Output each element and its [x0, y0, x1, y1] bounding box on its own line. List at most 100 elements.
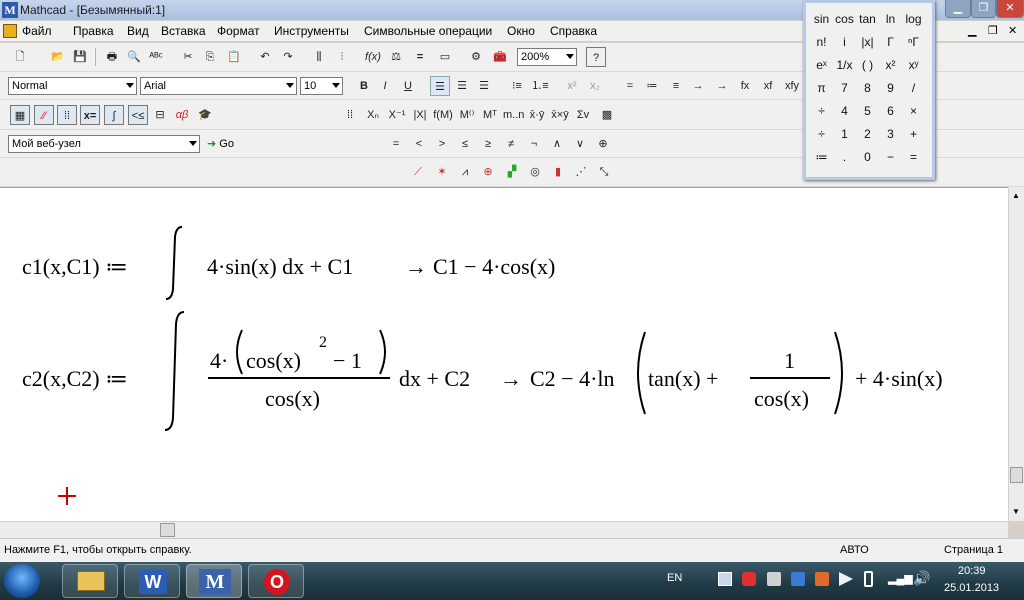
battery-icon[interactable] — [864, 571, 873, 587]
tray-bluetooth-icon[interactable] — [791, 572, 805, 586]
insert-unit-icon[interactable]: ⚖ — [386, 47, 406, 67]
language-indicator[interactable]: EN — [667, 572, 682, 584]
palette-key-4-2[interactable]: 5 — [856, 100, 879, 123]
eq2-result-suffix[interactable]: + 4·sin(x) — [855, 366, 943, 392]
palette-key-6-4[interactable]: = — [902, 146, 925, 169]
clock-time[interactable]: 20:39 — [958, 565, 986, 577]
horizontal-scroll-thumb[interactable] — [160, 523, 175, 537]
align-center-icon[interactable]: ☰ — [452, 76, 472, 96]
symbolic-arrow-icon[interactable]: → — [688, 76, 708, 96]
symbolic-palette-icon[interactable]: 🎓 — [195, 105, 215, 125]
resources-icon[interactable]: ⚙ — [466, 47, 486, 67]
eq2-numerator-cos[interactable]: cos(x) — [246, 348, 301, 374]
help-icon[interactable]: ? — [586, 47, 606, 67]
style-select[interactable]: Normal — [8, 77, 137, 95]
horizontal-scrollbar[interactable] — [0, 521, 1008, 538]
palette-key-4-3[interactable]: 6 — [879, 100, 902, 123]
matrix-inverse-icon[interactable]: X⁻¹ — [387, 105, 407, 125]
doc-close-button[interactable]: ✕ — [1008, 24, 1017, 37]
trace-icon[interactable]: ⤡ — [594, 162, 614, 182]
palette-key-0-3[interactable]: ln — [879, 8, 902, 31]
3d-scatter-icon[interactable]: ▞ — [502, 162, 522, 182]
worksheet[interactable]: c1(x,C1) ≔ 4·sin(x) dx + C1 → C1 − 4·cos… — [0, 187, 1008, 521]
postfix-operator-icon[interactable]: xf — [758, 76, 778, 96]
matrix-subscript-icon[interactable]: Xₙ — [363, 105, 383, 125]
signal-icon[interactable]: ▂▄▆ — [888, 572, 913, 585]
cross-product-icon[interactable]: x̄×ȳ — [550, 105, 570, 125]
range-variable-icon[interactable]: m..n — [503, 105, 524, 125]
palette-key-1-2[interactable]: |x| — [856, 31, 879, 54]
palette-key-2-0[interactable]: eˣ — [810, 54, 833, 77]
menu-help[interactable]: Справка — [550, 24, 597, 38]
palette-key-6-0[interactable]: ≔ — [810, 146, 833, 169]
close-button[interactable]: ✕ — [996, 0, 1024, 18]
align-right-icon[interactable]: ☰ — [474, 76, 494, 96]
palette-key-0-1[interactable]: cos — [833, 8, 856, 31]
copy-icon[interactable]: ⎘ — [200, 47, 220, 67]
menu-view[interactable]: Вид — [127, 24, 149, 38]
menu-file[interactable]: Файл — [22, 24, 52, 38]
palette-key-4-4[interactable]: × — [902, 100, 925, 123]
palette-key-1-4[interactable]: ⁿΓ — [902, 31, 925, 54]
eq2-tan-term[interactable]: tan(x) + — [648, 366, 718, 392]
save-icon[interactable]: 💾 — [70, 47, 90, 67]
font-select[interactable]: Arial — [140, 77, 297, 95]
menu-symbolics[interactable]: Символьные операции — [364, 24, 492, 38]
redo-icon[interactable]: ↷ — [278, 47, 298, 67]
scroll-down-icon[interactable]: ▼ — [1012, 507, 1020, 516]
vertical-scroll-thumb[interactable] — [1010, 467, 1023, 483]
subscript-icon[interactable]: x₂ — [585, 76, 605, 96]
eq1-integrand[interactable]: 4·sin(x) dx + C1 — [207, 254, 353, 280]
eval-op-5[interactable]: ≠ — [501, 134, 521, 154]
determinant-icon[interactable]: |X| — [410, 105, 430, 125]
palette-key-5-1[interactable]: 1 — [833, 123, 856, 146]
menu-format[interactable]: Формат — [217, 24, 260, 38]
eq2-result-prefix[interactable]: C2 − 4·ln — [530, 366, 615, 392]
taskbar-mathcad[interactable]: M — [186, 564, 242, 598]
palette-key-5-4[interactable]: + — [902, 123, 925, 146]
programming-palette-icon[interactable]: ⊟ — [150, 105, 170, 125]
eval-op-8[interactable]: ∨ — [570, 134, 590, 154]
palette-key-2-2[interactable]: ( ) — [856, 54, 879, 77]
greek-palette-icon[interactable]: αβ — [172, 105, 192, 125]
infix-operator-icon[interactable]: xfy — [782, 76, 802, 96]
doc-restore-button[interactable]: ❐ — [988, 24, 998, 37]
palette-key-3-1[interactable]: 7 — [833, 77, 856, 100]
palette-key-1-0[interactable]: n! — [810, 31, 833, 54]
palette-key-4-0[interactable]: ÷ — [810, 100, 833, 123]
preview-icon[interactable]: 🔍 — [124, 47, 144, 67]
calculator-palette-icon[interactable]: ▦ — [10, 105, 30, 125]
eval-op-0[interactable]: = — [386, 134, 406, 154]
volume-icon[interactable]: 🔊 — [913, 570, 930, 587]
eval-op-1[interactable]: < — [409, 134, 429, 154]
eval-op-4[interactable]: ≥ — [478, 134, 498, 154]
palette-key-3-2[interactable]: 8 — [856, 77, 879, 100]
eq2-denominator[interactable]: cos(x) — [265, 386, 320, 412]
palette-key-5-3[interactable]: 3 — [879, 123, 902, 146]
palette-key-0-2[interactable]: tan — [856, 8, 879, 31]
eq2-inner-denominator[interactable]: cos(x) — [754, 386, 809, 412]
taskbar-word[interactable]: W — [124, 564, 180, 598]
symbolic-keyword-arrow-icon[interactable]: → — [712, 76, 732, 96]
font-size-select[interactable]: 10 — [300, 77, 343, 95]
document-icon[interactable] — [3, 24, 17, 38]
palette-key-1-1[interactable]: i — [833, 31, 856, 54]
eval-op-3[interactable]: ≤ — [455, 134, 475, 154]
toolbox-icon[interactable]: 🧰 — [490, 47, 510, 67]
tray-network-icon[interactable] — [718, 572, 732, 586]
palette-key-5-2[interactable]: 2 — [856, 123, 879, 146]
palette-key-2-4[interactable]: xʸ — [902, 54, 925, 77]
align-left-icon[interactable]: ☰ — [430, 76, 450, 96]
boolean-palette-icon[interactable]: <≤ — [128, 105, 148, 125]
palette-key-4-1[interactable]: 4 — [833, 100, 856, 123]
restore-button[interactable]: ❐ — [971, 0, 996, 18]
symbolic-define-icon[interactable]: ≔ — [642, 76, 662, 96]
web-site-select[interactable]: Мой веб-узел — [8, 135, 200, 153]
eval-op-2[interactable]: > — [432, 134, 452, 154]
open-icon[interactable]: 📂 — [48, 47, 68, 67]
spellcheck-icon[interactable]: ᴬᴮᶜ — [146, 47, 166, 67]
cut-icon[interactable]: ✂ — [178, 47, 198, 67]
palette-key-5-0[interactable]: ÷ — [810, 123, 833, 146]
go-button[interactable]: ➜ Go — [207, 137, 234, 150]
palette-key-2-3[interactable]: x² — [879, 54, 902, 77]
